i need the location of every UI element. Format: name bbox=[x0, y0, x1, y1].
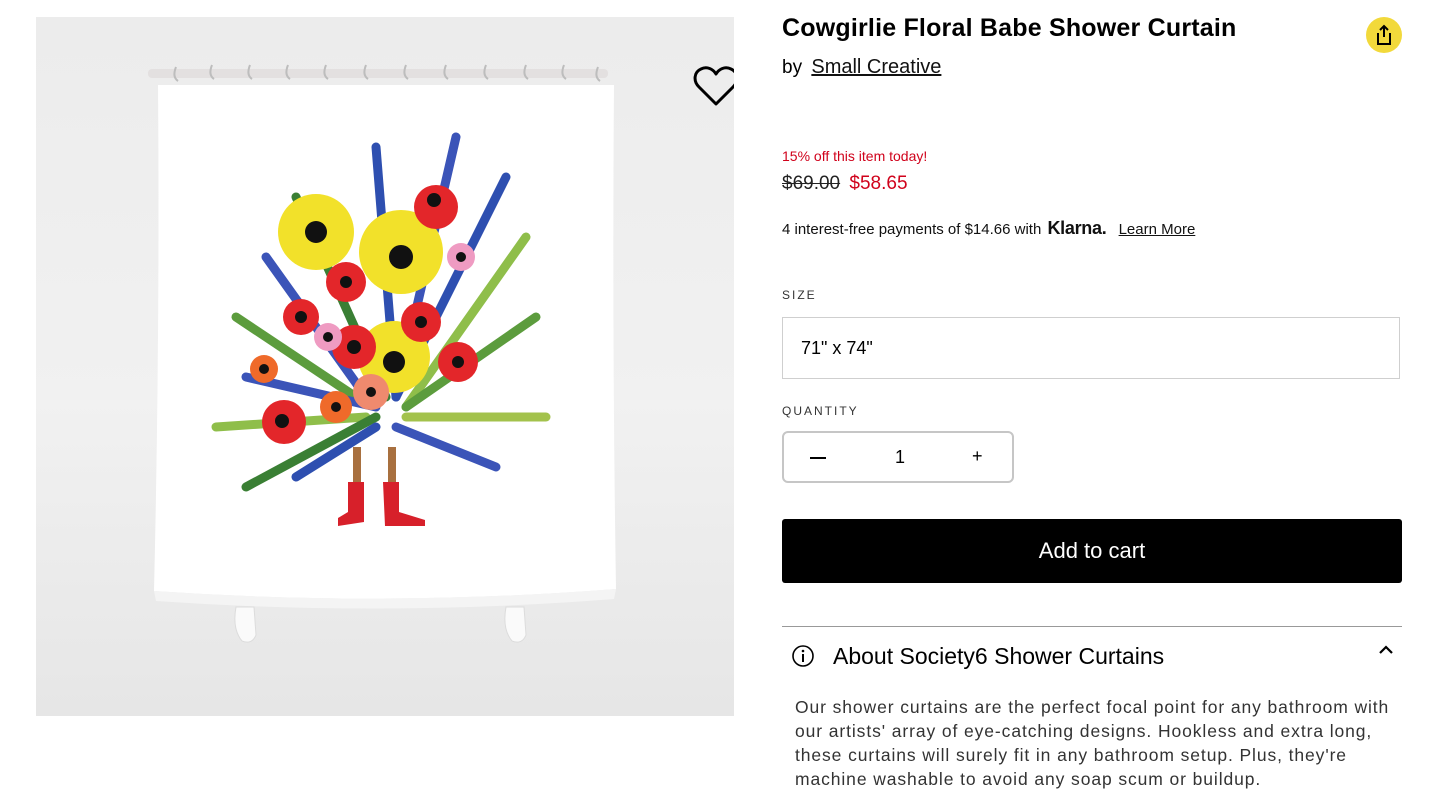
artist-byline: by Small Creative bbox=[782, 56, 941, 79]
sale-price: $58.65 bbox=[849, 173, 908, 194]
by-prefix: by bbox=[782, 57, 803, 78]
share-icon bbox=[1377, 24, 1391, 45]
size-select[interactable]: 71" x 74" bbox=[782, 317, 1400, 379]
original-price: $69.00 bbox=[782, 173, 841, 194]
chevron-up-icon[interactable] bbox=[1378, 642, 1394, 658]
quantity-stepper[interactable]: 1 + bbox=[782, 431, 1014, 483]
size-value: 71" x 74" bbox=[801, 337, 873, 358]
klarna-logo: Klarna. bbox=[1047, 218, 1107, 238]
quantity-label: QUANTITY bbox=[782, 404, 859, 418]
divider bbox=[782, 626, 1402, 627]
about-title: About Society6 Shower Curtains bbox=[833, 643, 1165, 669]
price-block: $69.00 $58.65 bbox=[782, 173, 908, 195]
plus-icon[interactable]: + bbox=[972, 446, 983, 467]
learn-more-link[interactable]: Learn More bbox=[1119, 221, 1196, 238]
section-heading-partial bbox=[36, 800, 42, 809]
about-accordion-header[interactable]: About Society6 Shower Curtains bbox=[782, 638, 1402, 678]
klarna-payments: 4 interest-free payments of $14.66 with … bbox=[782, 218, 1195, 239]
heart-icon[interactable] bbox=[692, 63, 734, 109]
share-button[interactable] bbox=[1366, 17, 1402, 53]
artist-link[interactable]: Small Creative bbox=[811, 56, 941, 78]
product-image[interactable] bbox=[36, 17, 734, 716]
size-label: SIZE bbox=[782, 288, 817, 302]
about-description: Our shower curtains are the perfect foca… bbox=[795, 697, 1390, 789]
promo-text: 15% off this item today! bbox=[782, 148, 928, 164]
product-title: Cowgirlie Floral Babe Shower Curtain bbox=[782, 14, 1237, 42]
add-to-cart-button[interactable]: Add to cart bbox=[782, 519, 1402, 583]
product-info: Cowgirlie Floral Babe Shower Curtain by … bbox=[782, 0, 1402, 809]
shower-curtain-illustration bbox=[148, 64, 616, 643]
info-icon bbox=[792, 645, 814, 667]
klarna-text: 4 interest-free payments of $14.66 with bbox=[782, 221, 1042, 238]
